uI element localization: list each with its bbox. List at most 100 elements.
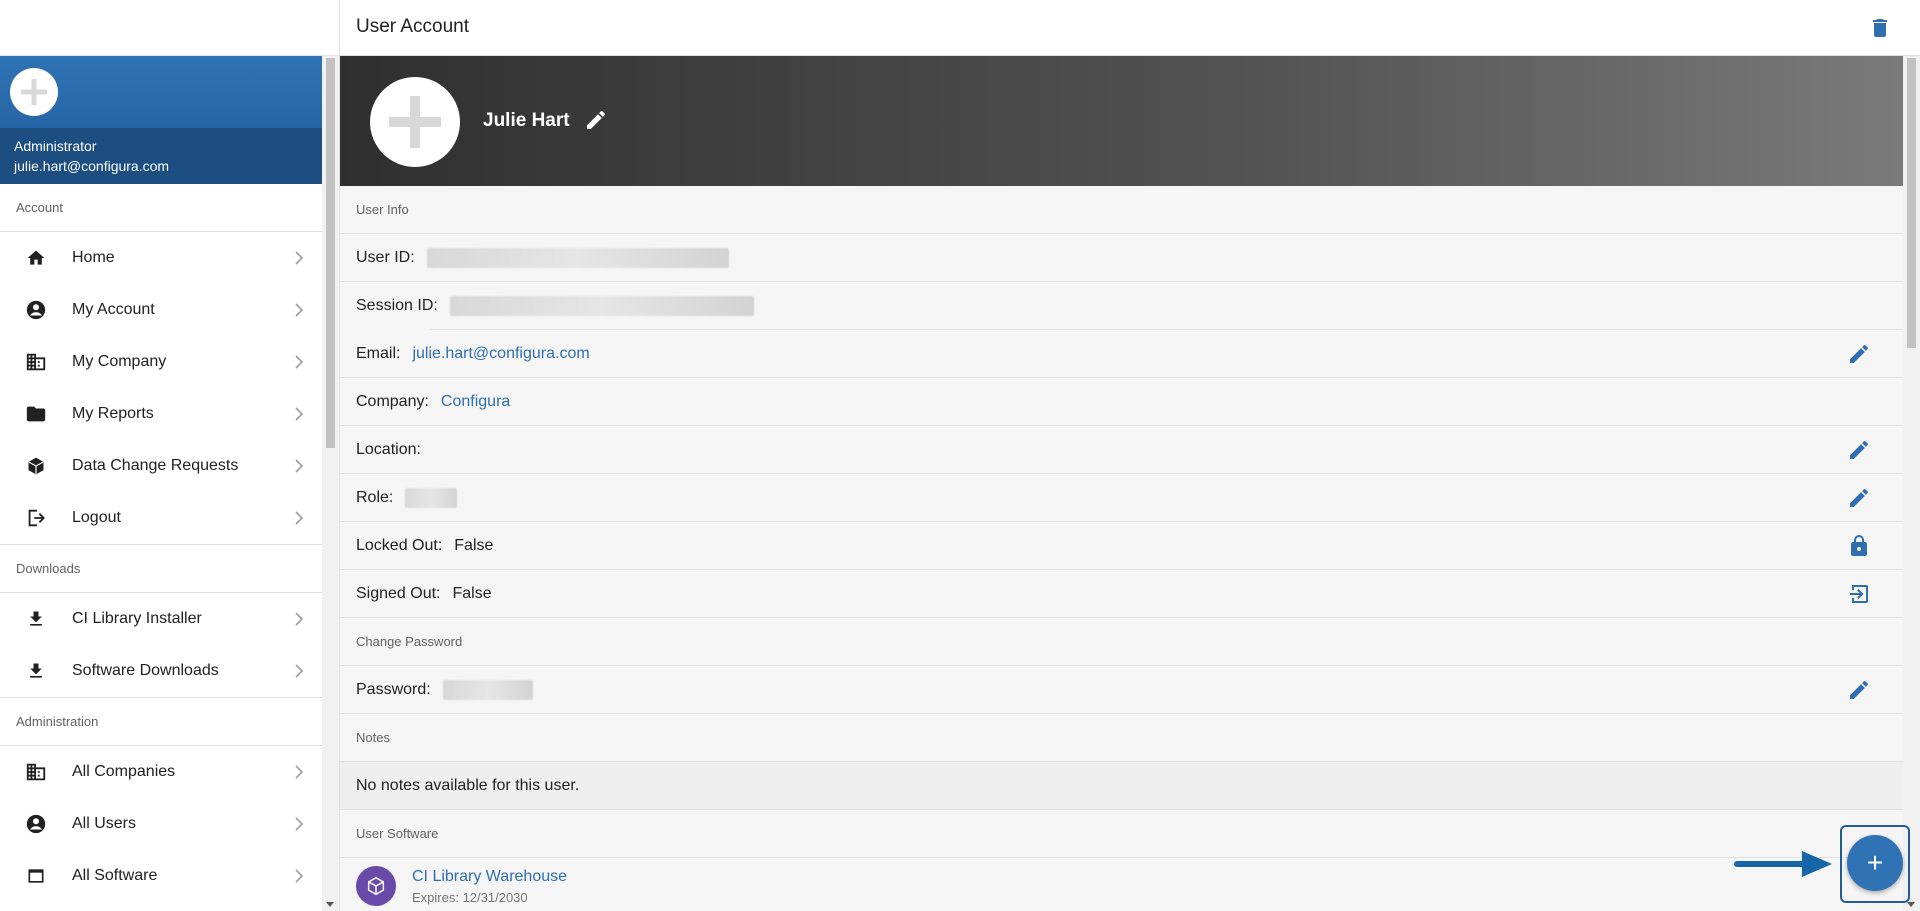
sign-in-icon[interactable] (1847, 582, 1871, 606)
sidebar: Administrator julie.hart@configura.com A… (0, 0, 340, 911)
scrollbar-thumb[interactable] (1907, 58, 1916, 348)
user-id-redacted (426, 247, 729, 268)
sidebar-item-my-reports[interactable]: My Reports (0, 388, 323, 440)
row-company: Company: Configura (340, 378, 1903, 426)
section-label-downloads: Downloads (0, 545, 323, 593)
session-id-redacted (449, 296, 754, 316)
profile-band: Administrator julie.hart@configura.com (0, 128, 323, 184)
section-label-account: Account (0, 184, 323, 232)
signed-out-value: False (452, 584, 492, 602)
location-label: Location: (356, 440, 421, 458)
sidebar-item-all-users[interactable]: All Users (0, 798, 323, 850)
locked-out-label: Locked Out: (356, 536, 443, 554)
section-label-administration: Administration (0, 698, 323, 746)
chevron-right-icon (295, 251, 304, 265)
window-icon (24, 864, 48, 888)
row-location: Location: (340, 426, 1903, 474)
edit-location-pencil-icon[interactable] (1847, 438, 1871, 462)
software-text: CI Library Warehouse Expires: 12/31/2030 (412, 868, 567, 905)
scroll-down-arrow-icon[interactable] (1907, 902, 1915, 907)
company-label: Company: (356, 392, 429, 410)
package-icon (356, 866, 396, 906)
account-circle-icon (24, 812, 48, 836)
section-label-change-password: Change Password (340, 618, 1903, 666)
chevron-right-icon (295, 664, 304, 678)
notes-text: No notes available for this user. (340, 762, 1903, 810)
signed-out-label: Signed Out: (356, 584, 441, 602)
scrollbar-thumb[interactable] (326, 58, 335, 448)
section-label-user-software: User Software (340, 810, 1903, 858)
chevron-right-icon (295, 355, 304, 369)
download-icon (24, 659, 48, 683)
lock-icon[interactable] (1847, 534, 1871, 558)
home-icon (24, 246, 48, 270)
user-hero-banner: Julie Hart (340, 56, 1903, 186)
user-avatar-add-icon[interactable] (370, 77, 460, 167)
sidebar-item-home[interactable]: Home (0, 232, 323, 284)
logout-icon (24, 506, 48, 530)
folder-icon (24, 402, 48, 426)
sidebar-scrollbar[interactable] (322, 56, 339, 911)
account-circle-icon (24, 298, 48, 322)
sidebar-item-label: All Users (72, 815, 137, 832)
sidebar-item-logout[interactable]: Logout (0, 492, 323, 544)
profile-role: Administrator (14, 138, 97, 154)
user-name: Julie Hart (483, 110, 570, 131)
edit-password-pencil-icon[interactable] (1847, 678, 1871, 702)
app-header: User Account (340, 0, 1920, 56)
software-name-link[interactable]: CI Library Warehouse (412, 868, 567, 886)
chevron-right-icon (295, 407, 304, 421)
sidebar-item-software-downloads[interactable]: Software Downloads (0, 645, 323, 697)
main-scrollbar[interactable] (1903, 56, 1920, 911)
chevron-right-icon (295, 612, 304, 626)
edit-name-pencil-icon[interactable] (584, 108, 608, 132)
callout-arrow-icon (1734, 851, 1832, 877)
company-link[interactable]: Configura (441, 393, 510, 411)
password-label: Password: (356, 680, 431, 698)
session-id-label: Session ID: (356, 297, 438, 314)
sidebar-item-my-account[interactable]: My Account (0, 284, 323, 336)
row-locked-out: Locked Out: False (340, 522, 1903, 570)
scroll-down-arrow-icon[interactable] (326, 902, 334, 907)
sidebar-item-ci-library-installer[interactable]: CI Library Installer (0, 593, 323, 645)
row-role: Role: (340, 474, 1903, 522)
locked-out-value: False (454, 536, 494, 554)
sidebar-item-data-change-requests[interactable]: Data Change Requests (0, 440, 323, 492)
sidebar-item-label: All Software (72, 867, 158, 884)
sidebar-item-all-software[interactable]: All Software (0, 850, 323, 902)
main-content: Julie Hart User Info User ID: Session ID… (340, 56, 1920, 911)
sidebar-item-label: Software Downloads (72, 662, 219, 679)
sidebar-top (0, 0, 339, 56)
edit-email-pencil-icon[interactable] (1847, 342, 1871, 366)
building-icon (24, 350, 48, 374)
role-label: Role: (356, 488, 394, 506)
chevron-right-icon (295, 817, 304, 831)
list-item-software[interactable]: CI Library Warehouse Expires: 12/31/2030 (340, 858, 1903, 911)
download-icon (24, 607, 48, 631)
sidebar-item-label: My Company (72, 353, 167, 370)
avatar-add-icon[interactable] (10, 68, 58, 116)
row-session-id: Session ID: (340, 282, 1903, 330)
edit-role-pencil-icon[interactable] (1847, 486, 1871, 510)
sidebar-profile: Administrator julie.hart@configura.com (0, 56, 323, 184)
box-icon (24, 454, 48, 478)
sidebar-item-label: Data Change Requests (72, 457, 239, 474)
row-signed-out: Signed Out: False (340, 570, 1903, 618)
role-redacted (405, 487, 458, 508)
chevron-right-icon (295, 459, 304, 473)
chevron-right-icon (295, 511, 304, 525)
sidebar-item-all-companies[interactable]: All Companies (0, 746, 323, 798)
sidebar-item-label: Logout (72, 509, 121, 526)
sidebar-item-my-company[interactable]: My Company (0, 336, 323, 388)
email-link[interactable]: julie.hart@configura.com (412, 345, 589, 363)
user-id-label: User ID: (356, 248, 415, 266)
trash-icon[interactable] (1868, 16, 1892, 40)
software-expiry: Expires: 12/31/2030 (412, 889, 528, 905)
section-label-user-info: User Info (340, 186, 1903, 234)
add-software-button[interactable]: + (1847, 835, 1903, 891)
section-label-notes: Notes (340, 714, 1903, 762)
sidebar-item-label: All Companies (72, 763, 176, 780)
chevron-right-icon (295, 869, 304, 883)
row-email: Email: julie.hart@configura.com (340, 330, 1903, 378)
row-user-id: User ID: (340, 234, 1903, 282)
